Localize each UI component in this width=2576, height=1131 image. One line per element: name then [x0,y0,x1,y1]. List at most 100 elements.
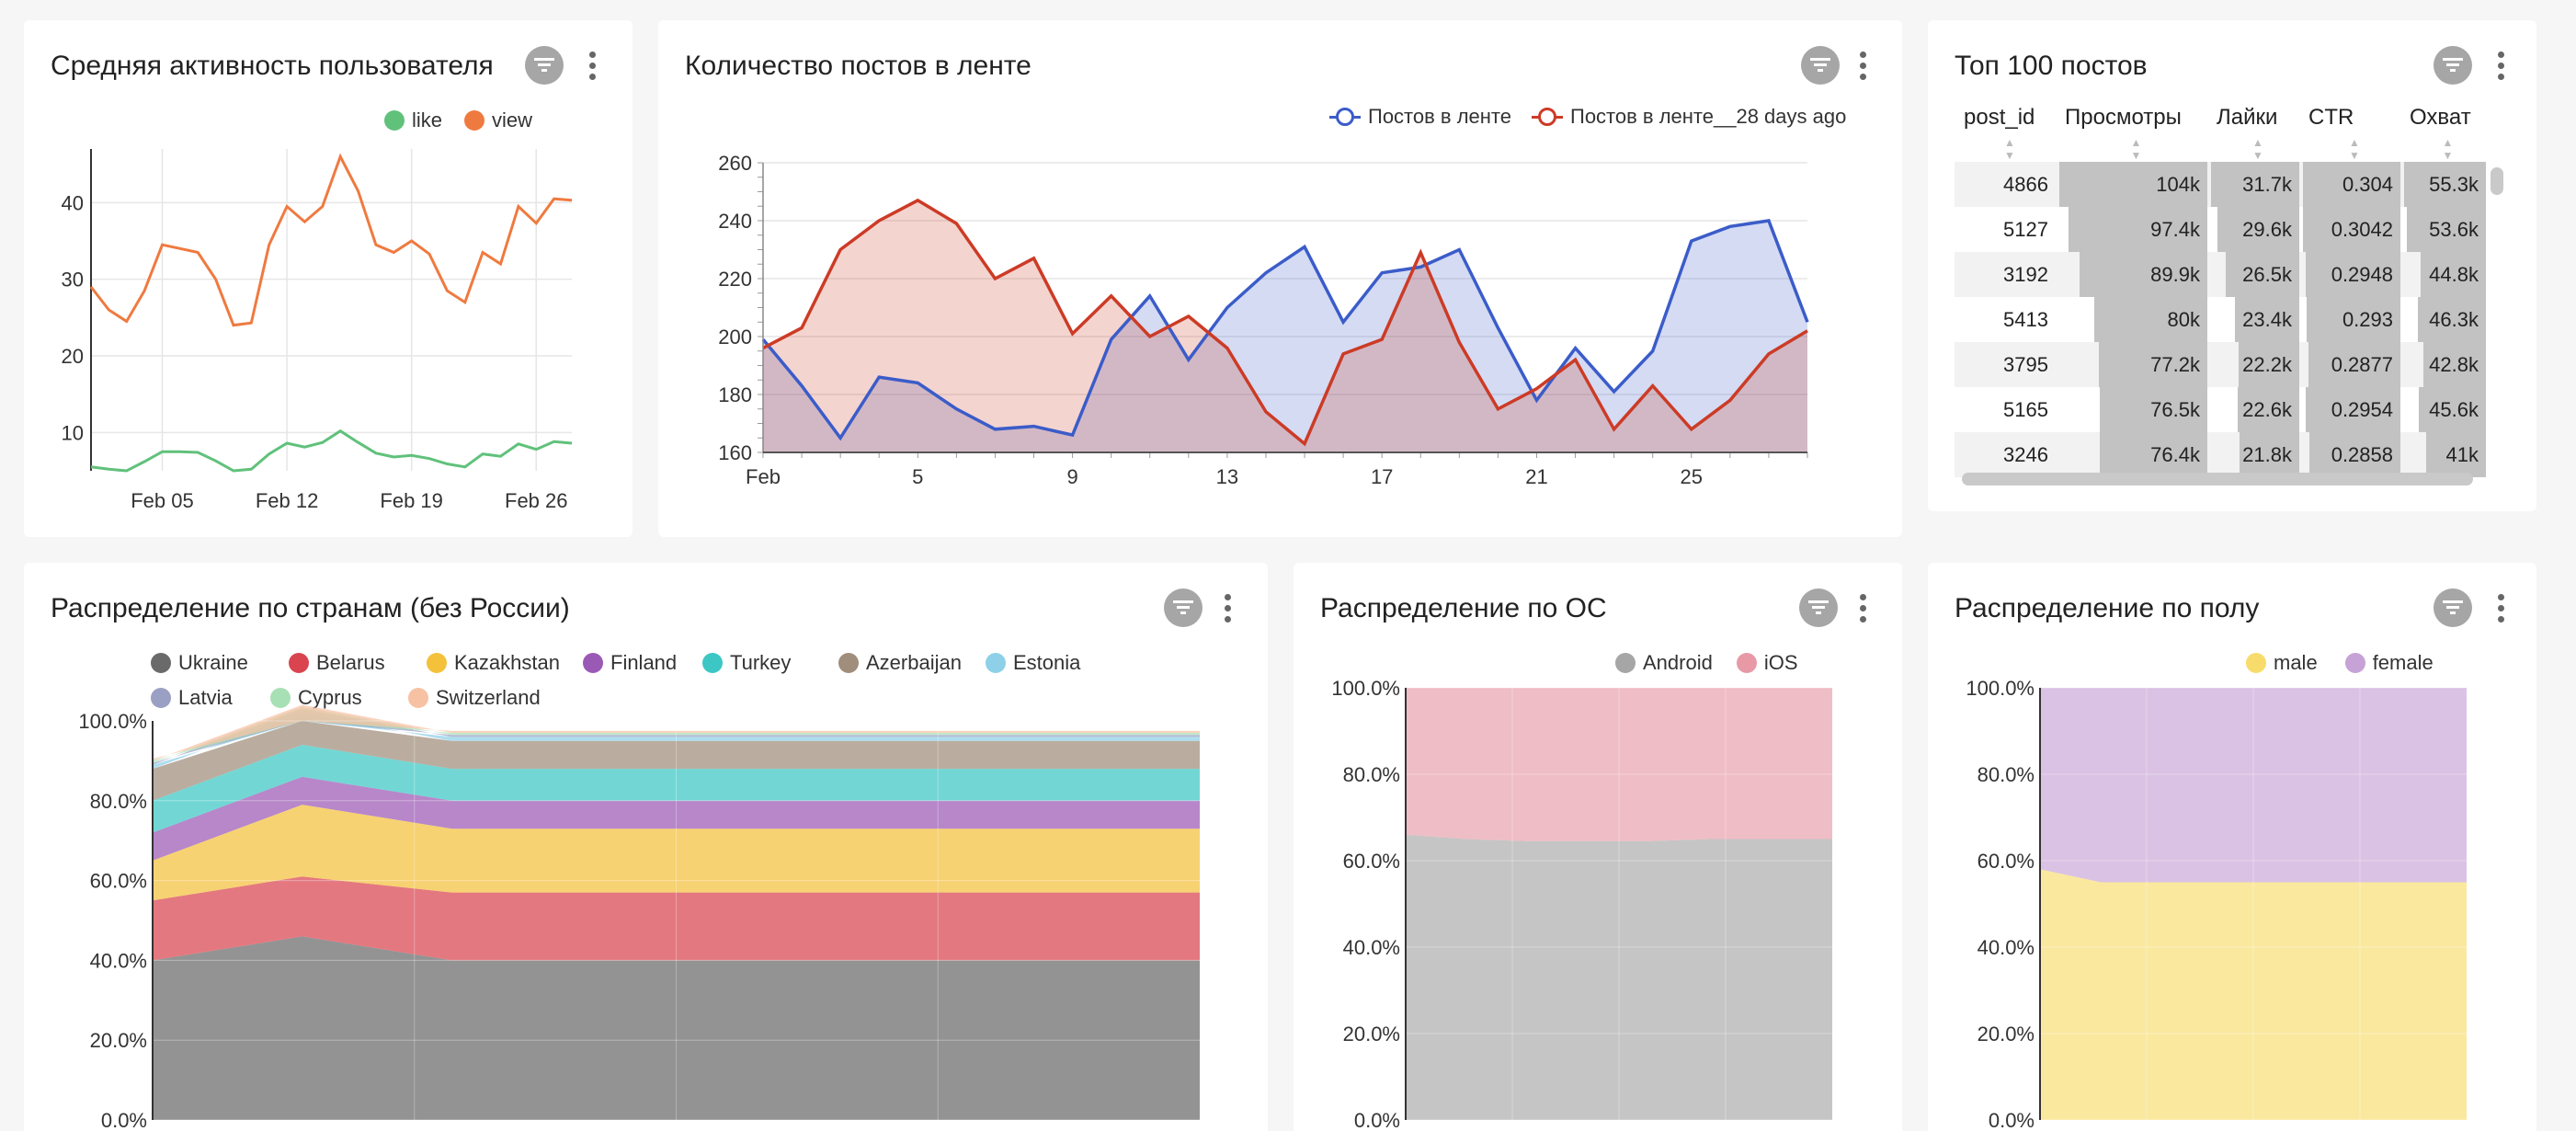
sort-icon: ▲ ▼ [2252,136,2263,162]
table-cell-ctr: 0.304 [2299,162,2400,207]
table-row[interactable]: 5413 80k 23.4k 0.293 46.3k [1955,297,2486,342]
cell-value: 80k [2167,307,2200,331]
y-tick-label: 20 [62,345,84,368]
column-header-label: CTR [2308,105,2354,130]
y-tick-label: 40.0% [1978,936,2035,959]
table-row[interactable]: 3192 89.9k 26.5k 0.2948 44.8k [1955,252,2486,297]
x-tick-label: 13 [1216,465,1238,488]
table-cell-views: 80k [2056,297,2207,342]
sort-icon: ▲ ▼ [2004,136,2015,162]
y-tick-label: 40.0% [1343,936,1400,959]
cell-value: 21.8k [2242,442,2292,466]
y-tick-label: 100.0% [1331,677,1400,700]
table-cell-likes: 21.8k [2207,432,2299,477]
card-top-posts: Топ 100 постов post_id ▲ ▼ Просмотры ▲ ▼ Лайки… [1928,20,2536,511]
feed-area-chart: 160 180 200 220 240 260 Feb 5 9 13 17 21 25 [718,152,1809,488]
cell-value: 3246 [2003,442,2048,466]
column-header[interactable]: Лайки ▲ ▼ [2207,105,2299,162]
y-tick-label: 180 [718,383,752,406]
x-tick-label: 9 [1066,465,1077,488]
table-cell-ctr: 0.3042 [2299,207,2400,252]
x-tick-label: Feb 12 [256,489,319,512]
cell-value: 29.6k [2242,217,2292,241]
filter-button[interactable] [2434,46,2472,85]
cell-value: 23.4k [2242,307,2292,331]
table-cell-reach: 46.3k [2400,297,2486,342]
y-tick-label: 0.0% [1354,1109,1400,1131]
column-header[interactable]: CTR ▲ ▼ [2299,105,2400,162]
cell-value: 76.5k [2150,397,2200,421]
x-tick-label: 17 [1371,465,1393,488]
table-cell-reach: 55.3k [2400,162,2486,207]
cell-value: 77.2k [2150,352,2200,376]
cell-value: 89.9k [2150,262,2200,286]
x-tick-label: 25 [1681,465,1703,488]
y-tick-label: 0.0% [1989,1109,2035,1131]
table-row[interactable]: 3795 77.2k 22.2k 0.2877 42.8k [1955,342,2486,387]
table-cell-likes: 26.5k [2207,252,2299,297]
table-cell-views: 77.2k [2056,342,2207,387]
cell-value: 41k [2445,442,2479,466]
table-cell-post_id: 4866 [1955,162,2056,207]
table-row[interactable]: 4866 104k 31.7k 0.304 55.3k [1955,162,2486,207]
more-menu-icon[interactable] [2494,46,2507,85]
y-tick-label: 0.0% [101,1109,147,1131]
column-header-label: post_id [1964,105,2035,130]
column-header[interactable]: Охват ▲ ▼ [2400,105,2486,162]
cell-value: 31.7k [2242,172,2292,196]
table-cell-views: 97.4k [2056,207,2207,252]
table-row[interactable]: 5165 76.5k 22.6k 0.2954 45.6k [1955,387,2486,432]
table-cell-views: 104k [2056,162,2207,207]
table-row[interactable]: 5127 97.4k 29.6k 0.3042 53.6k [1955,207,2486,252]
table-cell-ctr: 0.2948 [2299,252,2400,297]
y-tick-label: 100.0% [1966,677,2035,700]
y-tick-label: 240 [718,210,752,233]
column-header[interactable]: post_id ▲ ▼ [1955,105,2056,162]
card-title: Топ 100 постов [1955,51,2148,81]
gender-stacked-area-chart: 0.0% 20.0% 40.0% 60.0% 80.0% 100.0% [1966,677,2467,1131]
table-cell-likes: 29.6k [2207,207,2299,252]
x-tick-label: Feb [746,465,781,488]
horizontal-scrollbar[interactable] [1962,473,2473,486]
cell-value: 22.6k [2242,397,2292,421]
cell-value: 0.3042 [2331,217,2393,241]
y-tick-label: 60.0% [1343,850,1400,873]
cell-value: 5413 [2003,307,2048,331]
y-tick-label: 220 [718,268,752,291]
table-cell-post_id: 3192 [1955,252,2056,297]
cell-value: 0.2858 [2331,442,2393,466]
cell-value: 45.6k [2429,397,2479,421]
column-header-label: Лайки [2217,105,2278,130]
cell-value: 22.2k [2242,352,2292,376]
y-tick-label: 80.0% [1343,763,1400,786]
y-tick-label: 60.0% [90,870,147,893]
activity-line-chart: 10 20 30 40 Feb 05 Feb 12 Feb 19 Feb 26 [62,149,573,512]
table-cell-likes: 23.4k [2207,297,2299,342]
y-tick-label: 40 [62,191,84,214]
table-cell-likes: 22.6k [2207,387,2299,432]
cell-value: 0.2948 [2331,262,2393,286]
y-tick-label: 160 [718,441,752,464]
x-tick-label: Feb 26 [505,489,568,512]
sort-icon: ▲ ▼ [2130,136,2142,162]
top-posts-table: post_id ▲ ▼ Просмотры ▲ ▼ Лайки ▲ ▼ CTR ▲ ▼ Охват ▲ ▼ … [1955,105,2486,477]
vertical-scrollbar[interactable] [2491,167,2503,195]
table-cell-post_id: 5127 [1955,207,2056,252]
y-tick-label: 20.0% [90,1029,147,1052]
cell-value: 53.6k [2429,217,2479,241]
y-tick-label: 200 [718,326,752,348]
cell-value: 55.3k [2429,172,2479,196]
cell-value: 97.4k [2150,217,2200,241]
cell-value: 0.2877 [2331,352,2393,376]
table-cell-reach: 53.6k [2400,207,2486,252]
x-tick-label: Feb 19 [380,489,443,512]
table-cell-reach: 45.6k [2400,387,2486,432]
table-cell-reach: 42.8k [2400,342,2486,387]
countries-stacked-area-chart: 0.0% 20.0% 40.0% 60.0% 80.0% 100.0% [78,704,1200,1131]
table-row[interactable]: 3246 76.4k 21.8k 0.2858 41k [1955,432,2486,477]
y-tick-label: 30 [62,268,84,291]
table-cell-views: 76.4k [2056,432,2207,477]
column-header[interactable]: Просмотры ▲ ▼ [2056,105,2207,162]
table-cell-post_id: 5413 [1955,297,2056,342]
table-cell-reach: 44.8k [2400,252,2486,297]
